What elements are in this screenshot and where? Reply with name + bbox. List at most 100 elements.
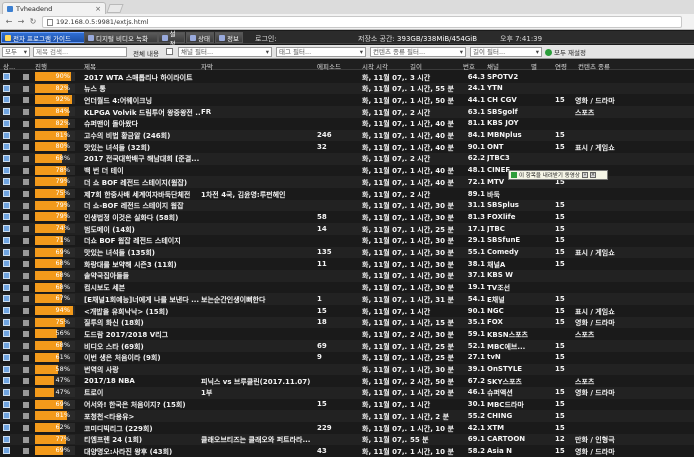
table-row[interactable]: 81% 포청천<타용유> 화, 11월 07,...1 시간, 2 분 55.2CHI… bbox=[0, 410, 694, 422]
table-row[interactable]: 82% 뉴스 통 화, 11월 07,...1 시간, 55 분 24.1YTN bbox=[0, 82, 694, 95]
col-header-title[interactable]: 제목 bbox=[84, 61, 96, 71]
details-icon[interactable] bbox=[3, 190, 10, 197]
record-icon[interactable] bbox=[23, 343, 29, 350]
details-icon[interactable] bbox=[3, 84, 10, 92]
details-icon[interactable] bbox=[3, 248, 10, 256]
details-icon[interactable] bbox=[3, 213, 10, 221]
table-row[interactable]: 71% 더쇼 BOF 웜잡 레전드 스테이지 화, 11월 07,...1 시간, … bbox=[0, 235, 694, 247]
details-icon[interactable] bbox=[3, 236, 10, 244]
table-row[interactable]: 69% 어서와! 한국은 처음이지? (15회) 15 화, 11월 07,...1 … bbox=[0, 399, 694, 411]
record-icon[interactable] bbox=[23, 284, 29, 291]
details-icon[interactable] bbox=[3, 119, 10, 127]
table-row[interactable]: 61% 이번 생은 처음이라 (9회) 9 화, 11월 07,...1 시간, 25… bbox=[0, 352, 694, 364]
table-row[interactable]: 79% 인생법정 이것은 실화다 (58회) 58 화, 11월 07,...1 시간… bbox=[0, 211, 694, 223]
record-icon[interactable] bbox=[23, 155, 29, 162]
record-icon[interactable] bbox=[23, 249, 29, 256]
details-icon[interactable] bbox=[3, 412, 10, 420]
record-icon[interactable] bbox=[23, 179, 29, 186]
table-row[interactable]: 68% 비디오 스타 (69회) 69 화, 11월 07,...1 시간, 25 분… bbox=[0, 340, 694, 352]
record-icon[interactable] bbox=[23, 167, 29, 174]
record-icon[interactable] bbox=[23, 378, 29, 385]
table-row[interactable]: 92% 언더월드 4:어웨이크닝 화, 11월 07,...1 시간, 50 분 44… bbox=[0, 94, 694, 106]
col-header-stars[interactable]: 별 bbox=[531, 61, 537, 71]
close-tab-icon[interactable]: × bbox=[95, 5, 101, 13]
record-icon[interactable] bbox=[23, 413, 29, 420]
table-row[interactable]: 82% 슈퍼맨이 돌아왔다 화, 11월 07,...1 시간, 40 분 81.1K… bbox=[0, 118, 694, 130]
details-icon[interactable] bbox=[3, 143, 10, 151]
details-icon[interactable] bbox=[3, 330, 10, 338]
col-header-duration[interactable]: 길이 bbox=[410, 61, 422, 71]
col-header-channel[interactable]: 채널 bbox=[487, 61, 499, 71]
details-icon[interactable] bbox=[3, 365, 10, 373]
col-header-genre[interactable]: 컨텐츠 종류 bbox=[578, 61, 610, 71]
back-icon[interactable]: ← bbox=[4, 17, 14, 26]
table-row[interactable]: 47% 2017/18 NBA 피닉스 vs 브루클린(2017.11.07) 화, … bbox=[0, 375, 694, 387]
details-icon[interactable] bbox=[3, 108, 10, 116]
popup-close-icon[interactable]: × bbox=[589, 172, 596, 178]
channel-filter[interactable]: 채널 필터... bbox=[178, 47, 272, 57]
tab-about[interactable]: 정보 bbox=[215, 32, 243, 43]
record-icon[interactable] bbox=[23, 226, 29, 233]
col-header-progress[interactable]: 진행 bbox=[35, 61, 47, 71]
title-search-input[interactable]: 제목 검색... bbox=[33, 47, 127, 57]
record-icon[interactable] bbox=[23, 436, 29, 443]
table-row[interactable]: 75% 제7회 한중사배 세계여자바둑단체전 1차전 4국, 김윤영:루펀헤인 화, … bbox=[0, 188, 694, 200]
col-header-status[interactable]: 상... bbox=[3, 61, 15, 71]
table-row[interactable]: 81% 고수의 비법 황금알 (246회) 246 화, 11월 07,...1 시간… bbox=[0, 129, 694, 142]
details-icon[interactable] bbox=[3, 131, 10, 139]
table-row[interactable]: 80% 맛있는 녀석들 (32회) 32 화, 11월 07,...1 시간, 40 … bbox=[0, 141, 694, 153]
record-icon[interactable] bbox=[23, 237, 29, 244]
details-icon[interactable] bbox=[3, 166, 10, 174]
record-icon[interactable] bbox=[23, 401, 29, 408]
details-icon[interactable] bbox=[3, 353, 10, 361]
record-icon[interactable] bbox=[23, 331, 29, 338]
record-icon[interactable] bbox=[23, 261, 29, 268]
reload-icon[interactable]: ↻ bbox=[28, 17, 38, 26]
record-icon[interactable] bbox=[23, 214, 29, 221]
record-icon[interactable] bbox=[23, 366, 29, 373]
details-icon[interactable] bbox=[3, 377, 10, 385]
table-row[interactable]: 77% 티엠프렌 24 (1회) 클래오브티즈는 클래오와 퍼트라라... 화, 11… bbox=[0, 433, 694, 446]
table-row[interactable]: 68% 2017 전국대학배구 해남대회 [준결... 화, 11월 07,...2… bbox=[0, 152, 694, 165]
browser-tab[interactable]: Tvheadend × bbox=[2, 2, 106, 14]
mode-select[interactable]: 모두 bbox=[2, 47, 30, 57]
record-icon[interactable] bbox=[23, 308, 29, 314]
table-row[interactable]: 90% 2017 WTA 스매톱리나 하이라이트 화, 11월 07,...3 시간… bbox=[0, 71, 694, 83]
details-icon[interactable] bbox=[3, 388, 10, 396]
forward-icon[interactable]: → bbox=[16, 17, 26, 26]
table-row[interactable]: 79% 더 쇼-BOF 레전드 스테이지 웜잡 화, 11월 07,...1 시간,… bbox=[0, 199, 694, 212]
details-icon[interactable] bbox=[3, 435, 10, 443]
tab-settings[interactable]: 설정 bbox=[158, 30, 185, 48]
content-type-filter[interactable]: 컨텐츠 종류 필터... bbox=[370, 47, 466, 57]
table-row[interactable]: 47% 트로이 1부 화, 11월 07,...1 시간, 20 분 46.1슈퍼액션 1… bbox=[0, 386, 694, 399]
details-icon[interactable] bbox=[3, 154, 10, 162]
reset-all-button[interactable]: 모두 재설정 bbox=[545, 47, 586, 57]
table-row[interactable]: 94% <개밥을 유희낙낙> (15회) 15 화, 11월 07,...1 시간 90… bbox=[0, 305, 694, 317]
details-icon[interactable] bbox=[3, 295, 10, 303]
record-icon[interactable] bbox=[23, 354, 29, 361]
tab-dvr[interactable]: 디지털 비디오 녹화 bbox=[84, 32, 158, 43]
details-icon[interactable] bbox=[3, 260, 10, 268]
record-icon[interactable] bbox=[23, 425, 29, 431]
new-tab-button[interactable] bbox=[106, 4, 124, 13]
details-icon[interactable] bbox=[3, 283, 10, 291]
popup-action-icon[interactable]: » bbox=[581, 172, 588, 178]
table-row[interactable]: 62% 코미디빅리그 (229회) 229 화, 11월 07,...1 시간, 10… bbox=[0, 422, 694, 434]
details-icon[interactable] bbox=[3, 307, 10, 314]
details-icon[interactable] bbox=[3, 342, 10, 350]
record-icon[interactable] bbox=[23, 272, 29, 279]
tab-epg[interactable]: 전자 프로그램 가이드 bbox=[1, 32, 85, 43]
download-popup[interactable]: 이 항목을 내려받기 동영상 » × bbox=[508, 170, 608, 180]
details-icon[interactable] bbox=[3, 424, 10, 431]
col-header-episode[interactable]: 에피소드 bbox=[317, 61, 341, 71]
table-row[interactable]: 75% 질투의 화신 (18회) 18 화, 11월 07,...1 시간, 15 분… bbox=[0, 316, 694, 329]
record-icon[interactable] bbox=[23, 191, 29, 197]
duration-filter[interactable]: 길이 필터... bbox=[470, 47, 542, 57]
record-icon[interactable] bbox=[23, 97, 29, 104]
details-icon[interactable] bbox=[3, 447, 10, 455]
details-icon[interactable] bbox=[3, 225, 10, 233]
col-header-subtitle[interactable]: 자막 bbox=[201, 61, 213, 71]
table-row[interactable]: 68% 솔약국집아들들 화, 11월 07,...1 시간, 30 분 37.1KBS… bbox=[0, 269, 694, 282]
col-header-age[interactable]: 연령 bbox=[555, 61, 567, 71]
details-icon[interactable] bbox=[3, 201, 10, 209]
